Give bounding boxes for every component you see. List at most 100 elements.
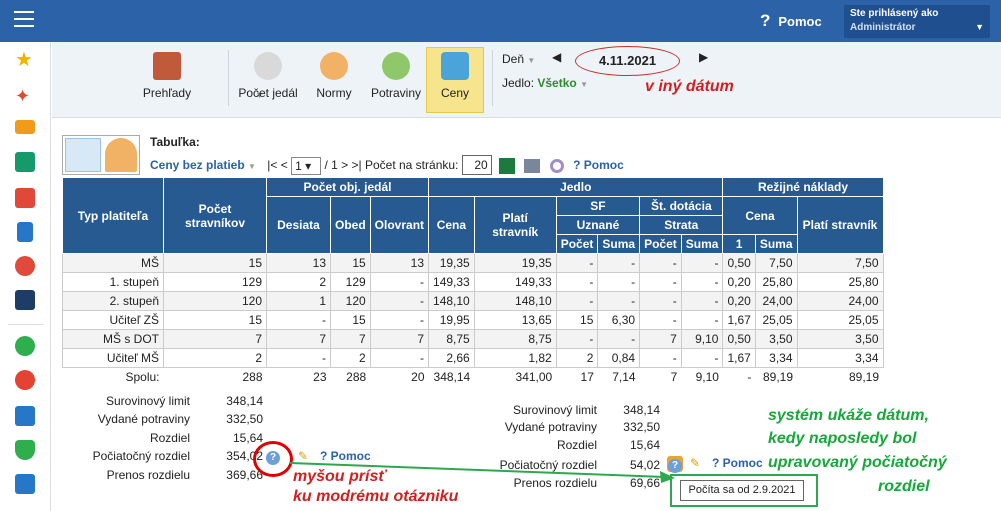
table-cell: 25,80 [796,272,884,292]
total-cell: 20 [370,367,429,387]
print-icon[interactable] [524,158,541,173]
pencil-icon[interactable]: ✎ [690,456,700,470]
question-icon[interactable]: ? [667,456,683,473]
excel-icon[interactable] [499,157,516,174]
table-cell: 2,66 [428,348,475,368]
table-cell: 1,67 [722,348,756,368]
first-page-button[interactable]: |< [267,158,277,172]
summary-value: 369,66 [226,468,263,482]
user-menu[interactable]: Ste prihlásený ako Administrátor ▼ [844,5,990,38]
mail-icon[interactable] [15,120,35,134]
help-link[interactable]: ? Pomoc [712,456,763,470]
table-cell: 2 [163,348,267,368]
table-cell: 3,50 [754,329,798,349]
table-cell: 15 [163,310,267,330]
person-icon[interactable] [105,138,137,172]
table-cell: 7,50 [796,253,884,273]
summary-value: 54,02 [629,458,660,472]
date-display[interactable]: 4.11.2021 [575,46,680,76]
home-icon[interactable] [15,152,35,172]
table-cell: - [680,348,724,368]
system-note: systém ukáže dátum, [768,407,929,424]
prehlady-button[interactable]: Prehľady ▼ [112,48,264,112]
col-rezijne-cena: Cena [722,196,798,235]
help-link[interactable]: ? Pomoc [760,11,822,31]
food-basket-icon [382,52,410,80]
summary-label: Vydané potraviny [504,420,597,434]
ceny-button[interactable]: Ceny [426,47,484,113]
help-link[interactable]: ? Pomoc [573,158,624,172]
summary-value: 332,50 [226,412,263,426]
page-select[interactable]: 1 ▾ [291,156,322,175]
jedlo-filter[interactable]: Jedlo: Všetko ▼ [502,76,588,90]
magic-icon[interactable]: ✦ [15,86,35,106]
col-rezijne-1: 1 [722,234,756,254]
menu-icon[interactable] [14,11,34,29]
table-cell: 25,80 [754,272,798,292]
system-note: rozdiel [878,478,930,495]
col-strata: Strata [639,215,724,235]
table-row: 1. stupeň 129 2 129-149,33 149,33- - - -0,20 25,… [62,272,884,292]
person-icon[interactable] [15,256,35,276]
tooltip: Počíta sa od 2.9.2021 [680,480,804,501]
calendar-icon[interactable] [15,290,35,310]
col-pocet-stravnikov: Počet stravníkov [163,177,267,254]
table-cell: 129 [330,272,371,292]
summary-label: Počiatočný rozdiel [92,449,190,463]
potraviny-button[interactable]: Potraviny [366,48,426,112]
table-cell: 13 [369,253,430,273]
col-jedlo: Jedlo [428,177,724,197]
table-row: MŠ s DOT 7 7 7 7 8,75 8,75- -7 9,10 0,50 3,50 3,50 [62,329,884,349]
col-dot-pocet: Počet [639,234,682,254]
table-cell: 149,33 [428,272,475,292]
total-cell: 9,10 [681,367,723,387]
people-money-icon[interactable] [65,138,101,172]
table-type-select[interactable]: Ceny bez platieb [150,158,245,172]
calendar-grid-icon[interactable] [15,188,35,208]
col-olovrant: Olovrant [369,196,430,254]
table-cell: - [597,272,641,292]
next-date-button[interactable]: ▶ [699,50,708,64]
chevron-down-icon: ▼ [580,80,588,89]
per-page-input[interactable]: 20 [461,155,492,175]
next-page-button[interactable]: > [341,158,348,172]
total-cell: 89,19 [797,367,884,387]
table-cell: - [369,310,430,330]
table-cell: 25,05 [754,310,798,330]
pdf-icon[interactable] [15,370,35,390]
table-cell: 6,30 [597,310,641,330]
table-cell: - [680,272,724,292]
tablet-icon[interactable] [17,222,33,242]
row-label: Učiteľ ZŠ [62,310,164,330]
prev-page-button[interactable]: < [281,158,288,172]
row-label: 2. stupeň [62,291,164,311]
check-icon[interactable] [15,336,35,356]
summary-label: Rozdiel [149,431,190,445]
col-rezijne-plati: Platí stravník [796,196,884,254]
table-cell: - [555,253,599,273]
table-cell: 120 [330,291,371,311]
pocet-jedal-button[interactable]: Počet jedál [236,48,300,112]
col-sf-pocet: Počet [555,234,599,254]
total-cell: 89,19 [755,367,798,387]
star-icon[interactable]: ★ [15,50,35,70]
prev-date-button[interactable]: ◀ [552,50,561,64]
abacus-icon [153,52,181,80]
table-cell: 8,75 [473,329,557,349]
table-cell: 24,00 [754,291,798,311]
last-page-button[interactable]: >| [352,158,362,172]
summary-value: 69,66 [629,476,660,490]
table-cell: 0,84 [597,348,641,368]
summary-label: Surovinový limit [105,394,190,408]
summary-label: Počiatočný rozdiel [499,458,597,472]
normy-button[interactable]: Normy [310,48,358,112]
table-cell: 24,00 [796,291,884,311]
tabulka-label: Tabuľka: [150,135,200,149]
table-cell: 3,50 [796,329,884,349]
date-note: v iný dátum [645,78,734,95]
reader-icon [320,52,348,80]
col-cena: Cena [428,196,475,254]
den-label[interactable]: Deň ▼ [502,52,535,66]
gear-icon[interactable] [549,158,564,173]
total-cell: 341,00 [474,367,557,387]
